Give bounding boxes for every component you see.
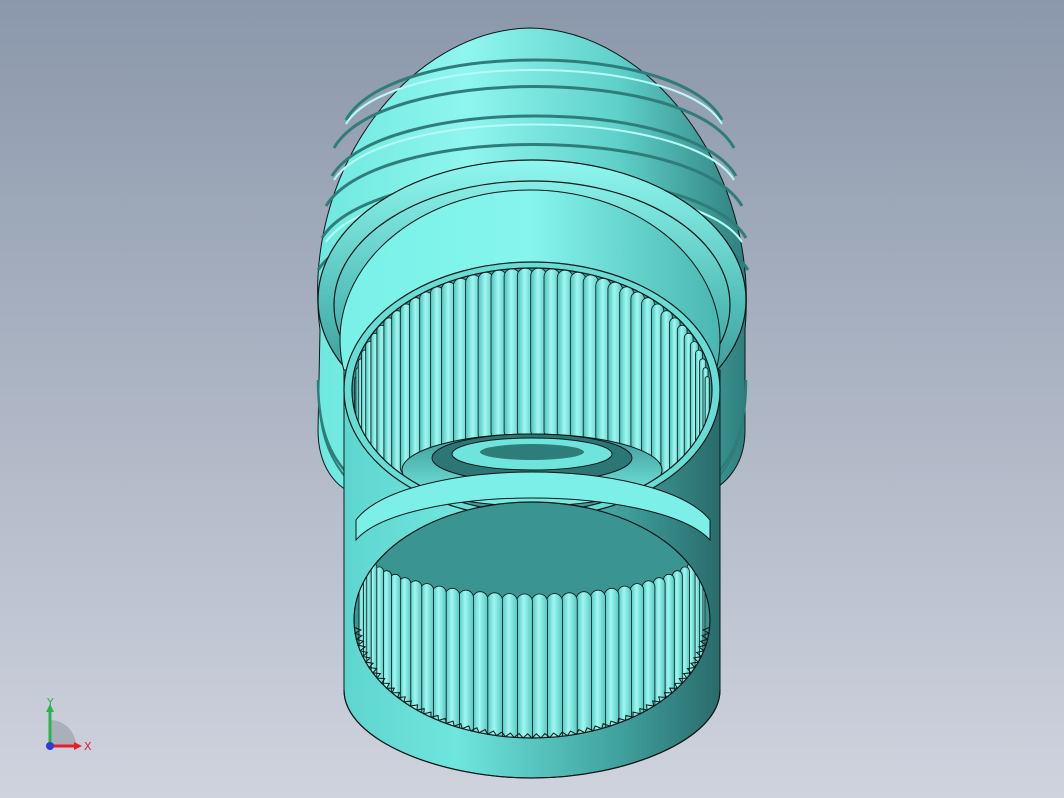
triad-quadrant	[50, 720, 76, 746]
x-axis-arrow-icon	[74, 742, 82, 750]
coordinate-triad: Y X	[46, 696, 92, 753]
model-scene[interactable]	[0, 0, 1064, 798]
x-axis-label: X	[84, 740, 92, 753]
graphics-viewport[interactable]: Y X	[0, 0, 1064, 798]
z-axis-dot-icon	[46, 742, 54, 750]
y-axis-label: Y	[46, 696, 54, 709]
